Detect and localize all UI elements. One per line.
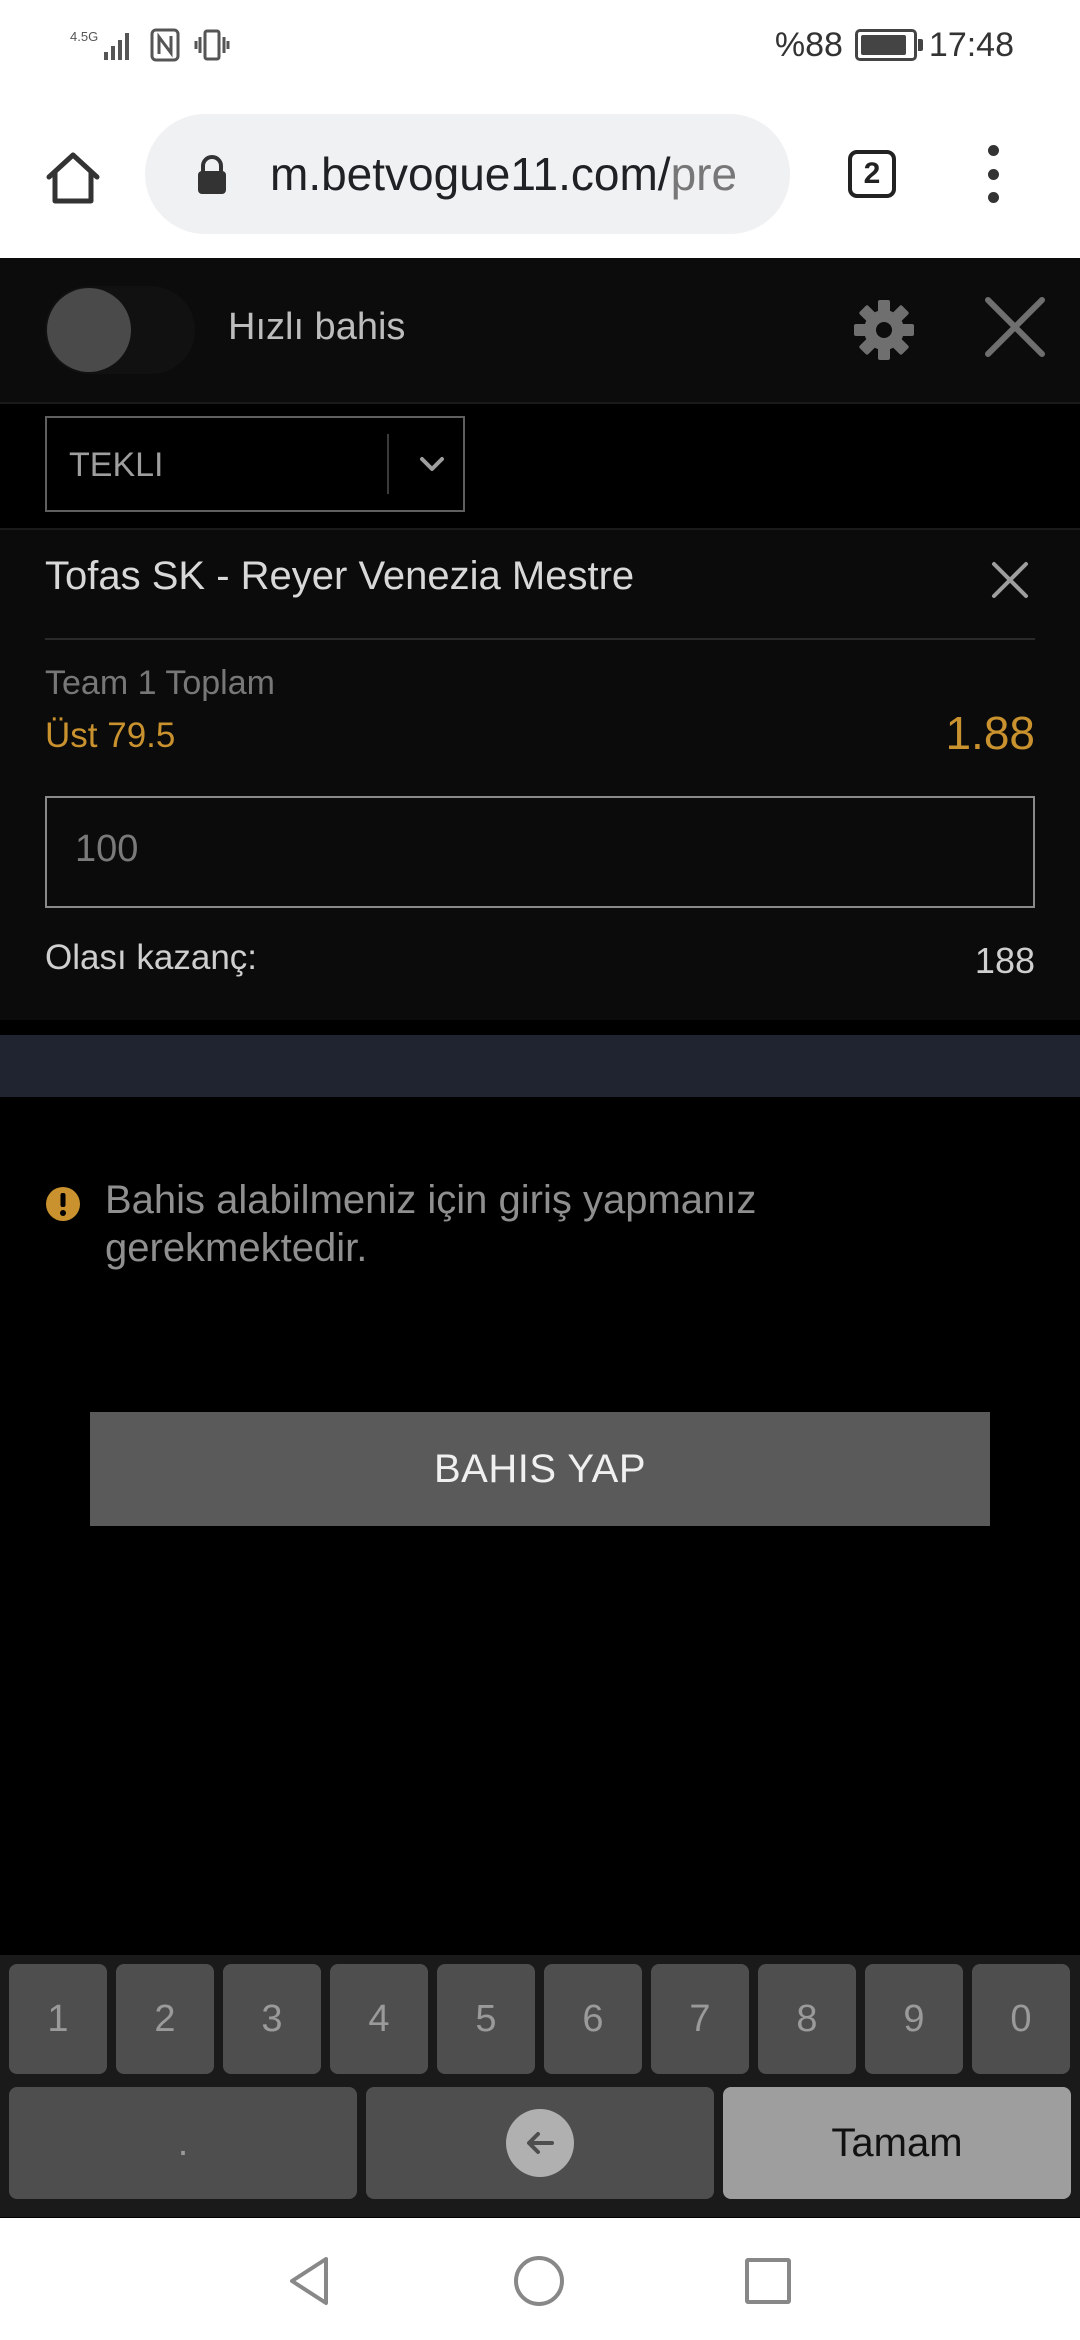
potential-win-value: 188 xyxy=(974,940,1035,981)
signal-icon: 4.5G xyxy=(70,29,129,60)
battery-percent: %88 xyxy=(774,25,843,64)
key-decimal[interactable]: . xyxy=(9,2087,357,2199)
battery-icon xyxy=(854,29,923,61)
match-title: Tofas SK - Reyer Venezia Mestre xyxy=(45,554,635,598)
key-9[interactable]: 9 xyxy=(865,1964,963,2074)
selection-name: Üst 79.5 xyxy=(45,716,176,755)
quick-bet-label: Hızlı bahis xyxy=(228,306,406,348)
svg-text:4.5G: 4.5G xyxy=(70,29,98,44)
divider-band xyxy=(0,1035,1080,1097)
key-7[interactable]: 7 xyxy=(651,1964,749,2074)
quick-bet-toggle[interactable] xyxy=(45,286,195,374)
key-4[interactable]: 4 xyxy=(330,1964,428,2074)
numeric-keyboard: 1 2 3 4 5 6 7 8 9 0 . Tamam xyxy=(0,1955,1080,2217)
stake-value: 100 xyxy=(75,828,139,870)
home-icon xyxy=(46,152,100,204)
nfc-icon xyxy=(150,28,180,62)
key-done[interactable]: Tamam xyxy=(723,2087,1071,2199)
status-left-icons: 4.5G xyxy=(70,22,230,68)
chevron-down-icon xyxy=(420,457,444,471)
bet-type-select[interactable]: TEKLI xyxy=(45,416,465,512)
key-8[interactable]: 8 xyxy=(758,1964,856,2074)
place-bet-button[interactable]: BAHIS YAP xyxy=(90,1412,990,1526)
stake-field[interactable]: 100 xyxy=(45,796,1035,908)
key-6[interactable]: 6 xyxy=(544,1964,642,2074)
gear-icon[interactable] xyxy=(850,296,918,364)
potential-win-label: Olası kazanç: xyxy=(45,938,258,977)
card-divider xyxy=(45,638,1035,640)
home-button[interactable] xyxy=(38,142,108,212)
bet-type-value: TEKLI xyxy=(69,446,164,484)
key-0[interactable]: 0 xyxy=(972,1964,1070,2074)
warning-icon xyxy=(46,1187,80,1221)
close-icon[interactable] xyxy=(980,292,1050,362)
key-5[interactable]: 5 xyxy=(437,1964,535,2074)
market-name: Team 1 Toplam xyxy=(45,664,275,702)
login-warning: Bahis alabilmeniz için giriş yapmanız ge… xyxy=(105,1178,757,1270)
key-2[interactable]: 2 xyxy=(116,1964,214,2074)
tab-count: 2 xyxy=(863,157,881,190)
bet-card: Tofas SK - Reyer Venezia Mestre Team 1 T… xyxy=(0,530,1080,1020)
nav-recent-icon[interactable] xyxy=(745,2258,791,2304)
url-text: m.betvogue11.com/pre xyxy=(270,148,738,200)
status-right: %88 17:48 xyxy=(775,22,1014,68)
odds-value: 1.88 xyxy=(945,707,1035,759)
bet-slip-header: Hızlı bahis xyxy=(0,258,1080,404)
select-divider xyxy=(387,434,389,494)
key-3[interactable]: 3 xyxy=(223,1964,321,2074)
tabs-button[interactable]: 2 xyxy=(848,150,896,198)
clock: 17:48 xyxy=(928,25,1014,64)
nav-home-icon[interactable] xyxy=(514,2256,564,2306)
vibrate-icon xyxy=(194,29,230,61)
key-backspace[interactable] xyxy=(366,2087,714,2199)
key-1[interactable]: 1 xyxy=(9,1964,107,2074)
lock-icon xyxy=(198,155,226,194)
bet-type-row: TEKLI xyxy=(0,404,1080,530)
menu-icon[interactable] xyxy=(986,145,1000,203)
system-nav-bar xyxy=(0,2218,1080,2340)
address-bar[interactable]: m.betvogue11.com/pre xyxy=(145,114,790,234)
nav-back-icon[interactable] xyxy=(286,2255,332,2307)
backspace-icon xyxy=(506,2109,574,2177)
status-bar: 4.5G %88 17:48 xyxy=(0,0,1080,90)
browser-toolbar: m.betvogue11.com/pre 2 xyxy=(0,90,1080,258)
remove-bet-icon[interactable] xyxy=(988,558,1032,602)
